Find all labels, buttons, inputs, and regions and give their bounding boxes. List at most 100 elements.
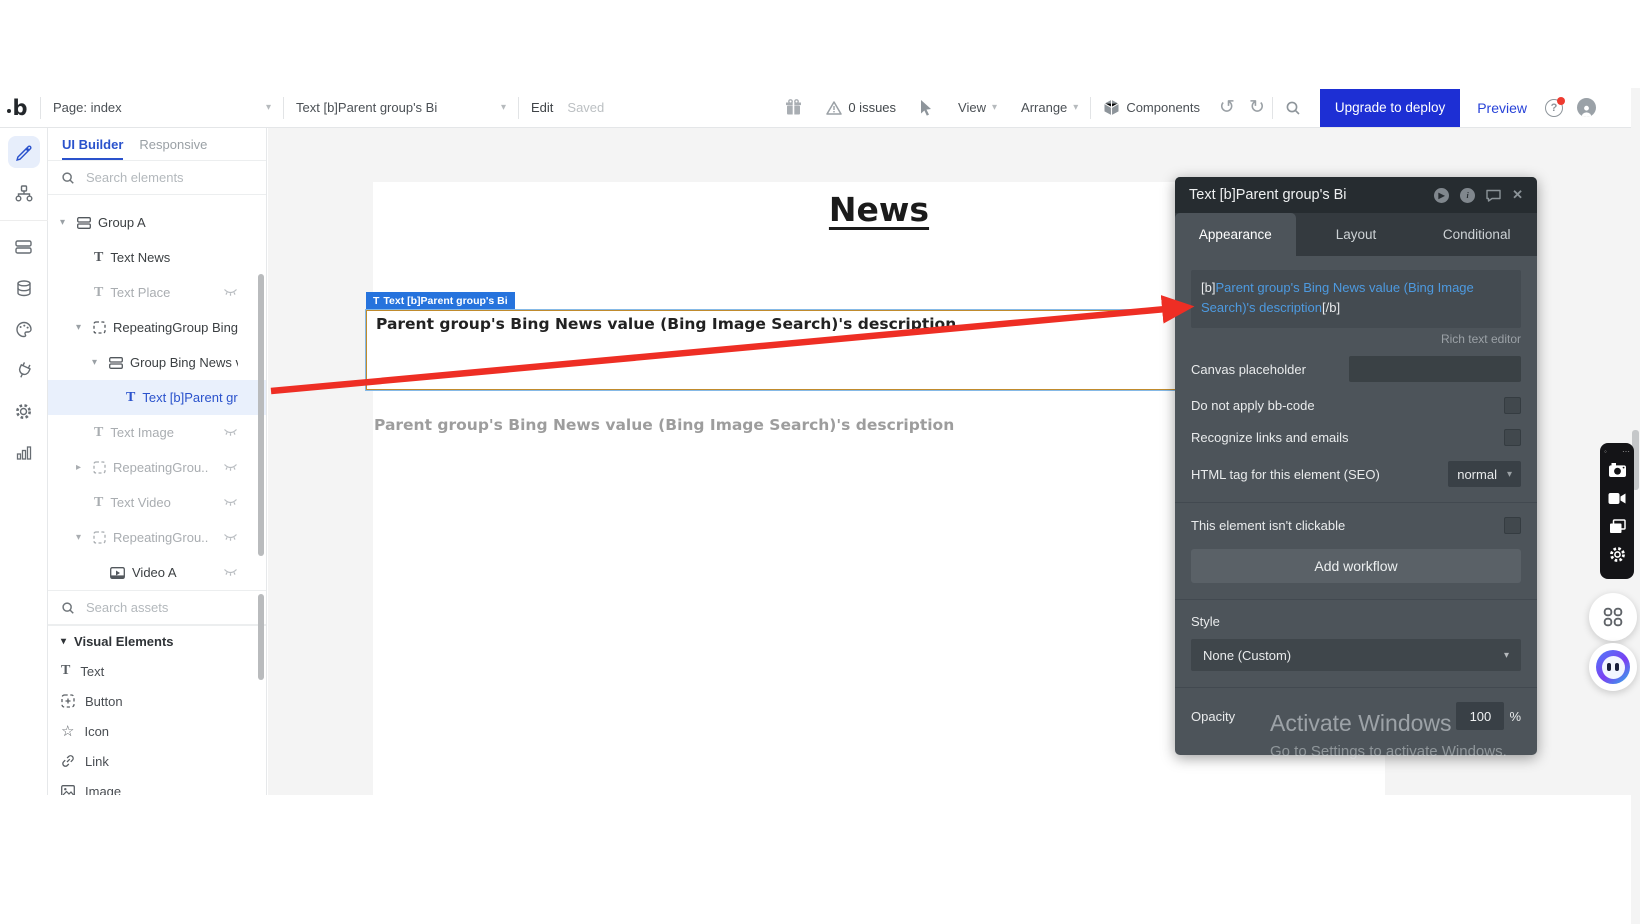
workflow-tab-button[interactable] xyxy=(8,177,40,209)
tree-item-text-news[interactable]: T Text News xyxy=(48,240,266,275)
rich-text-editor-link[interactable]: Rich text editor xyxy=(1191,332,1521,346)
chevron-down-icon: ▾ xyxy=(1507,469,1512,480)
tab-ui-builder[interactable]: UI Builder xyxy=(62,128,123,160)
hidden-eye-icon xyxy=(223,568,238,577)
opacity-input[interactable] xyxy=(1456,702,1504,730)
design-tab-button[interactable] xyxy=(8,136,40,168)
text-element-icon: T xyxy=(94,495,103,511)
bb-code-label: Do not apply bb-code xyxy=(1191,398,1315,413)
tree-scrollbar[interactable] xyxy=(258,274,264,556)
assets-scrollbar[interactable] xyxy=(258,594,264,680)
text-element-icon: T xyxy=(126,390,135,406)
data-tab-button[interactable] xyxy=(8,272,40,304)
extension-apps-button[interactable] xyxy=(1589,593,1637,641)
canvas-placeholder-label: Canvas placeholder xyxy=(1191,362,1306,377)
palette-item-image[interactable]: Image xyxy=(48,776,266,795)
tree-item-repeatinggroup-2[interactable]: ▸ RepeatingGrou... xyxy=(48,450,266,485)
caret-down-icon[interactable]: ▾ xyxy=(76,322,86,333)
property-editor-header[interactable]: Text [b]Parent group's Bi ▶ i ✕ xyxy=(1175,177,1537,213)
more-options-icon[interactable]: ⋯ xyxy=(1622,447,1630,456)
components-button[interactable]: Components xyxy=(1091,88,1212,127)
search-icon xyxy=(61,171,75,185)
caret-down-icon[interactable]: ▾ xyxy=(60,217,70,228)
edit-mode-label[interactable]: Edit xyxy=(519,88,565,127)
screenshot-camera-button[interactable] xyxy=(1608,456,1627,484)
bubble-editor-window: b Page: index ▾ Text [b]Parent group's B… xyxy=(0,0,1640,924)
visual-elements-section-header[interactable]: ▾ Visual Elements xyxy=(48,625,266,656)
plugins-tab-button[interactable] xyxy=(8,354,40,386)
view-menu[interactable]: View ▾ xyxy=(946,88,1009,127)
tab-responsive[interactable]: Responsive xyxy=(139,137,207,152)
search-assets-input[interactable] xyxy=(84,599,228,616)
palette-item-text[interactable]: T Text xyxy=(48,656,266,686)
recognize-links-checkbox[interactable] xyxy=(1504,429,1521,446)
search-elements-input[interactable] xyxy=(84,169,228,186)
capture-settings-gear-icon[interactable] xyxy=(1609,540,1626,568)
tab-conditional[interactable]: Conditional xyxy=(1416,213,1537,256)
repeating-group-icon xyxy=(93,461,106,474)
preview-element-icon[interactable]: ▶ xyxy=(1434,188,1449,203)
help-button[interactable]: ? xyxy=(1545,99,1563,117)
settings-tab-button[interactable] xyxy=(8,395,40,427)
tab-appearance[interactable]: Appearance xyxy=(1175,213,1296,256)
tree-item-group-a[interactable]: ▾ Group A xyxy=(48,205,266,240)
redo-button[interactable]: ↻ xyxy=(1242,98,1272,117)
rich-text-expression-editor[interactable]: [b]Parent group's Bing News value (Bing … xyxy=(1191,270,1521,328)
workflow-icon xyxy=(15,185,33,202)
star-icon: ☆ xyxy=(61,722,74,740)
palette-item-link[interactable]: Link xyxy=(48,746,266,776)
cursor-tool-icon[interactable] xyxy=(908,88,946,127)
palette-item-button[interactable]: Button xyxy=(48,686,266,716)
text-element-preview[interactable]: Parent group's Bing News value (Bing Ima… xyxy=(374,416,954,434)
power-icon[interactable]: ◦ xyxy=(1604,447,1607,456)
tree-item-video-a[interactable]: Video A xyxy=(48,555,266,590)
ai-assistant-icon xyxy=(1596,650,1630,684)
canvas-placeholder-input[interactable] xyxy=(1349,356,1521,382)
tree-item-repeatinggroup-bing[interactable]: ▾ RepeatingGroup Bing ... xyxy=(48,310,266,345)
style-dropdown[interactable]: None (Custom) ▾ xyxy=(1191,639,1521,671)
tree-item-group-bing-news[interactable]: ▾ Group Bing News v... xyxy=(48,345,266,380)
property-editor-title: Text [b]Parent group's Bi xyxy=(1189,187,1434,203)
caret-down-icon[interactable]: ▾ xyxy=(76,532,86,543)
page-selector-dropdown[interactable]: Page: index ▾ xyxy=(41,88,283,127)
preview-button[interactable]: Preview xyxy=(1467,100,1537,116)
comment-icon[interactable] xyxy=(1486,189,1501,202)
tab-layout[interactable]: Layout xyxy=(1296,213,1417,256)
app-grid-icon xyxy=(1603,607,1623,627)
not-clickable-checkbox[interactable] xyxy=(1504,517,1521,534)
gear-icon xyxy=(15,403,32,420)
pages-tab-button[interactable] xyxy=(8,231,40,263)
window-capture-button[interactable] xyxy=(1609,512,1626,540)
issues-count: 0 issues xyxy=(848,100,896,115)
ai-assistant-button[interactable] xyxy=(1589,643,1637,691)
styles-tab-button[interactable] xyxy=(8,313,40,345)
bb-code-checkbox[interactable] xyxy=(1504,397,1521,414)
tree-item-text-video[interactable]: T Text Video xyxy=(48,485,266,520)
palette-item-icon[interactable]: ☆ Icon xyxy=(48,716,266,746)
html-tag-dropdown[interactable]: normal ▾ xyxy=(1448,461,1521,487)
tree-item-text-parent-group[interactable]: T Text [b]Parent gr... xyxy=(48,380,266,415)
element-selector-dropdown[interactable]: Text [b]Parent group's Bi ▾ xyxy=(284,88,518,127)
tree-item-text-image[interactable]: T Text Image xyxy=(48,415,266,450)
screen-record-button[interactable] xyxy=(1608,484,1626,512)
hidden-eye-icon xyxy=(223,533,238,542)
info-icon[interactable]: i xyxy=(1460,188,1475,203)
add-workflow-button[interactable]: Add workflow xyxy=(1191,549,1521,583)
caret-right-icon[interactable]: ▸ xyxy=(76,462,86,473)
undo-button[interactable]: ↺ xyxy=(1212,98,1242,117)
user-avatar[interactable] xyxy=(1577,98,1596,117)
tree-item-repeatinggroup-3[interactable]: ▾ RepeatingGrou... xyxy=(48,520,266,555)
text-element-icon: T xyxy=(94,250,103,266)
issues-indicator[interactable]: 0 issues xyxy=(814,88,908,127)
upgrade-to-deploy-button[interactable]: Upgrade to deploy xyxy=(1320,89,1460,127)
logs-tab-button[interactable] xyxy=(8,436,40,468)
search-elements-row xyxy=(48,161,266,195)
caret-down-icon[interactable]: ▾ xyxy=(92,357,102,368)
hidden-eye-icon xyxy=(223,463,238,472)
arrange-menu[interactable]: Arrange ▾ xyxy=(1009,88,1090,127)
recognize-links-label: Recognize links and emails xyxy=(1191,430,1349,445)
tree-item-text-place[interactable]: T Text Place xyxy=(48,275,266,310)
search-icon[interactable] xyxy=(1273,88,1313,127)
close-icon[interactable]: ✕ xyxy=(1512,187,1523,203)
gift-icon[interactable] xyxy=(773,88,814,127)
